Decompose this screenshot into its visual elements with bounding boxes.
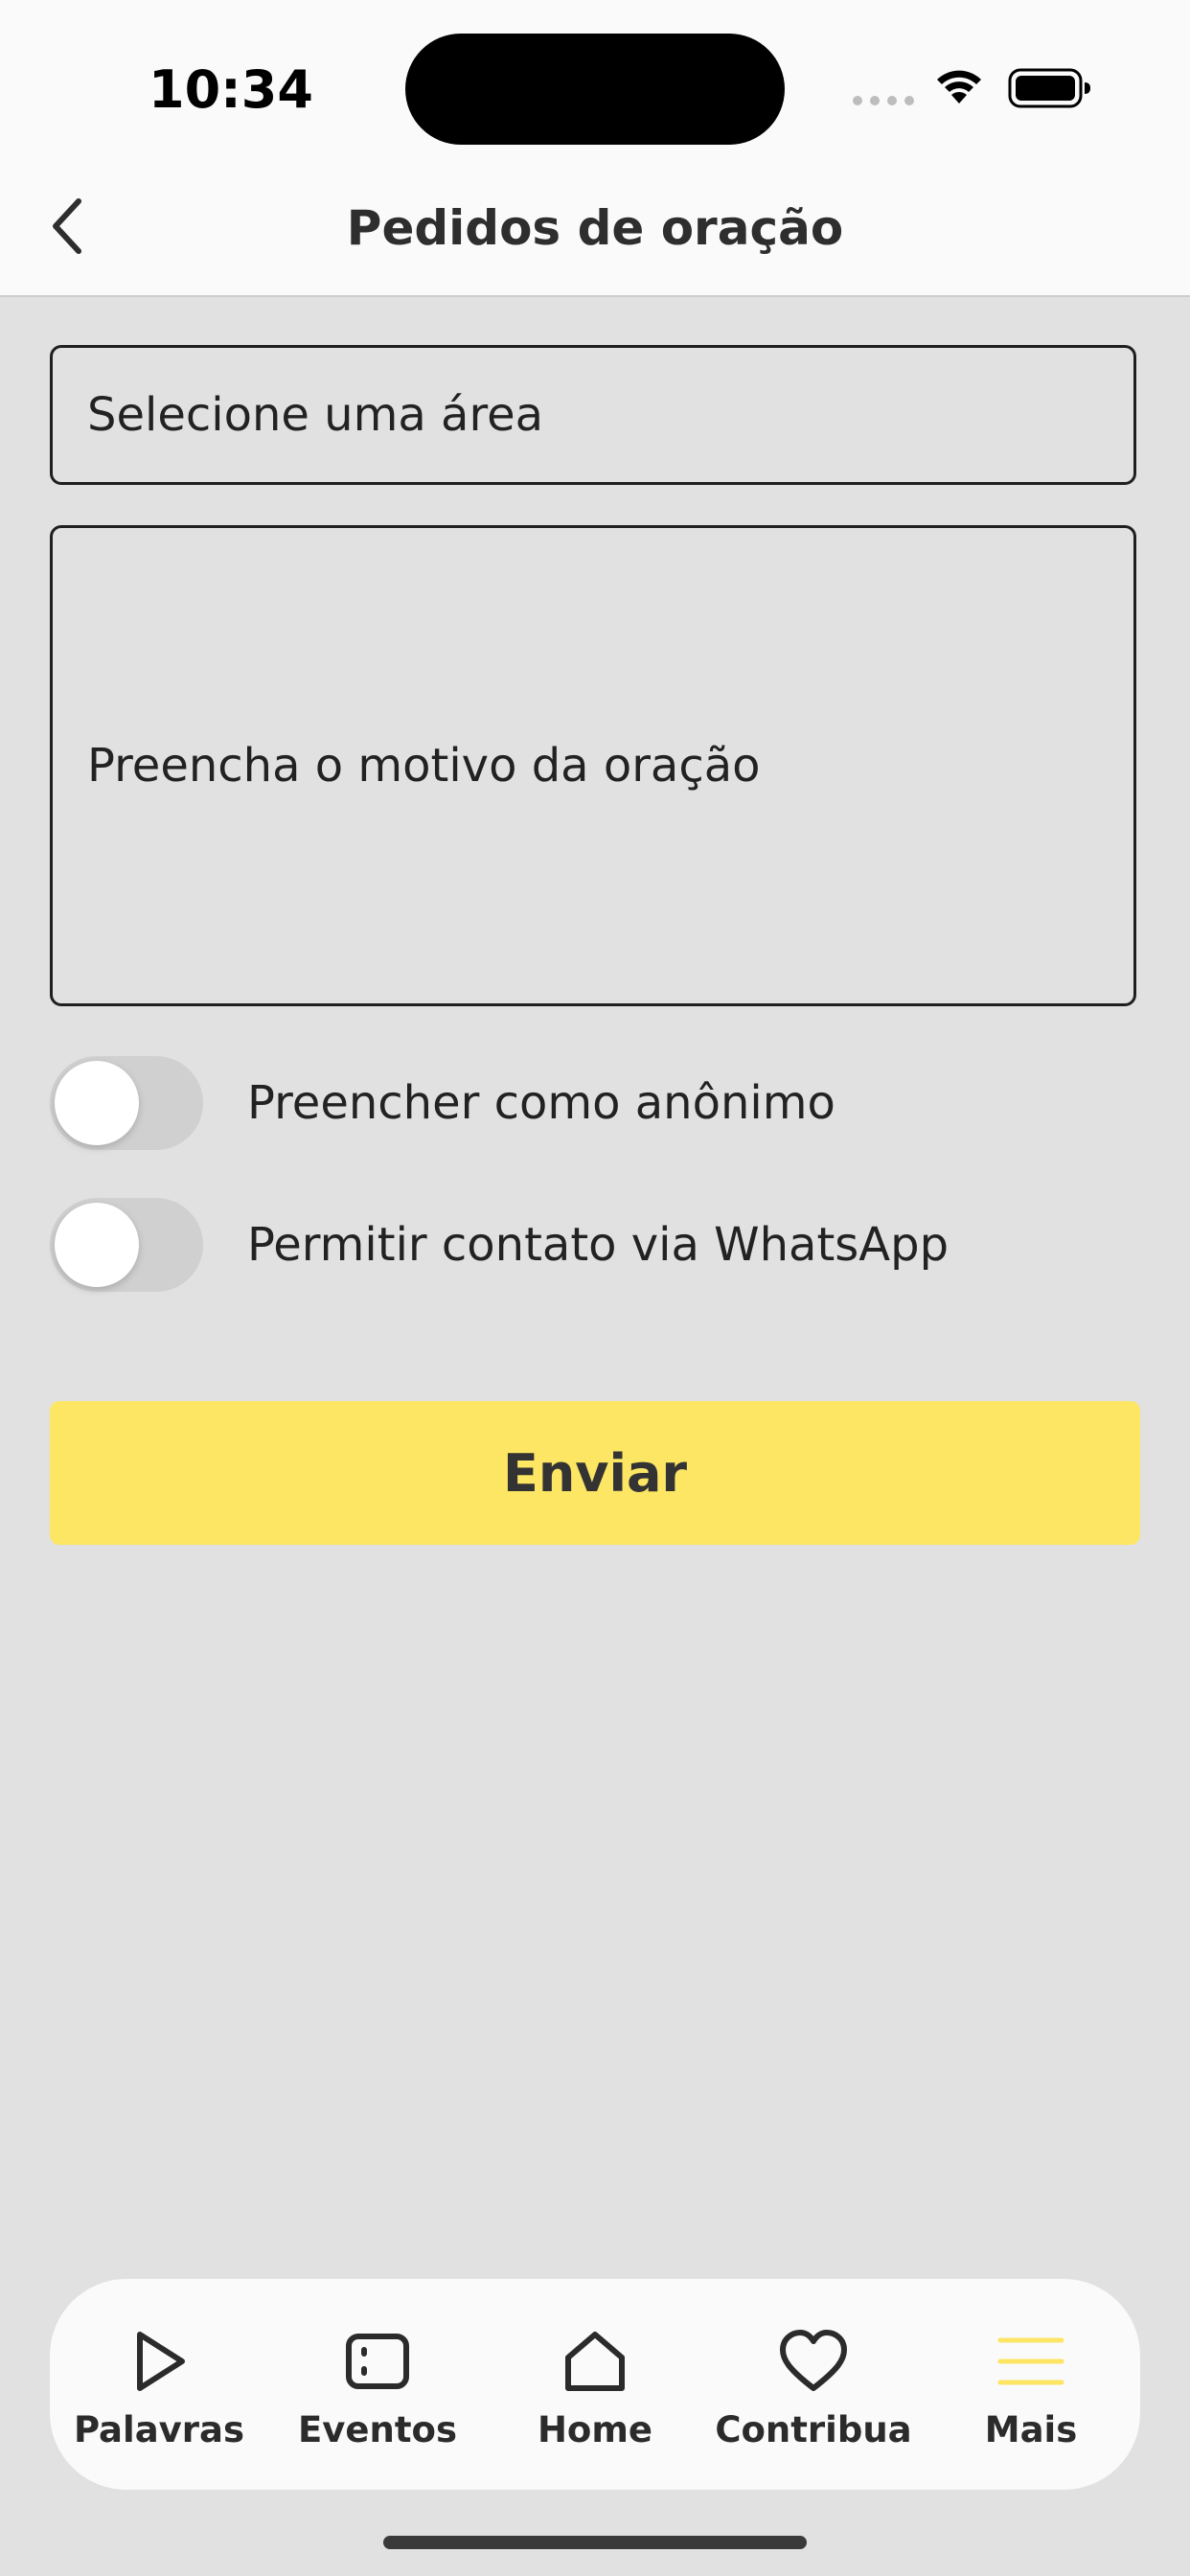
top-bar: 10:34 Pedidos de oração [0,0,1190,297]
whatsapp-toggle[interactable] [50,1198,203,1292]
prayer-reason-placeholder: Preencha o motivo da oração [87,739,761,793]
toggle-knob [55,1061,139,1145]
tab-label: Eventos [298,2409,457,2450]
home-icon [565,2332,625,2391]
wifi-icon [937,70,981,104]
tab-label: Mais [984,2409,1078,2450]
tab-label: Home [537,2409,653,2450]
tab-mais[interactable]: Mais [922,2279,1140,2490]
anonymous-toggle-row: Preencher como anônimo [50,1055,1136,1151]
heart-icon [780,2330,847,2391]
whatsapp-toggle-label: Permitir contato via WhatsApp [247,1218,950,1272]
play-icon [137,2332,185,2391]
calendar-icon [346,2334,409,2389]
tab-home[interactable]: Home [486,2279,704,2490]
signal-dots-icon [853,96,914,105]
area-select-placeholder: Selecione uma área [87,388,544,442]
page-title: Pedidos de oração [346,200,844,256]
send-button[interactable]: Enviar [50,1401,1140,1545]
toggle-knob [55,1203,139,1287]
status-time: 10:34 [149,59,313,120]
prayer-reason-field[interactable]: Preencha o motivo da oração [50,525,1136,1006]
dynamic-island [405,34,785,145]
tab-label: Contribua [715,2409,912,2450]
whatsapp-toggle-row: Permitir contato via WhatsApp [50,1197,1136,1293]
tab-contribua[interactable]: Contribua [704,2279,923,2490]
tab-palavras[interactable]: Palavras [50,2279,268,2490]
battery-icon [1008,68,1090,108]
anonymous-toggle[interactable] [50,1056,203,1150]
anonymous-toggle-label: Preencher como anônimo [247,1076,835,1130]
tab-label: Palavras [73,2409,245,2450]
tab-bar: Palavras Eventos Home Contribua Mais [50,2279,1140,2490]
area-select[interactable]: Selecione uma área [50,345,1136,485]
tab-eventos[interactable]: Eventos [268,2279,487,2490]
home-indicator [383,2536,807,2549]
menu-icon [997,2337,1064,2385]
